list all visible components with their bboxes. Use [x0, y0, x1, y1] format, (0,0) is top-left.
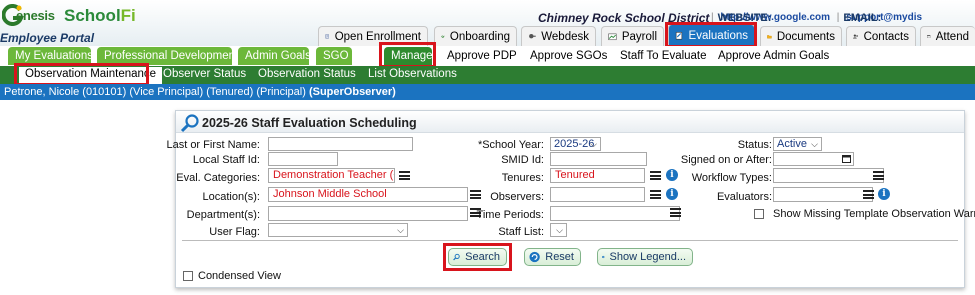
workflow-types-menu-icon[interactable] — [873, 171, 884, 180]
label-staff-list: Staff List: — [498, 226, 544, 238]
schoolfi-wordmark: SchoolFi — [64, 6, 136, 25]
staff-role: (Vice Principal) — [129, 86, 204, 98]
tenures-menu-icon[interactable] — [650, 171, 661, 180]
label-locations: Location(s): — [202, 191, 260, 203]
payroll-chart-icon — [608, 33, 617, 41]
condensed-view-checkbox[interactable] — [183, 271, 193, 281]
label-time-periods: Time Periods: — [476, 209, 544, 221]
staff-position: (Principal) — [256, 86, 306, 98]
link-approve-pdp[interactable]: Approve PDP — [447, 50, 517, 62]
tenures-field[interactable]: Tenured — [550, 168, 645, 183]
link-approve-admin-goals[interactable]: Approve Admin Goals — [718, 50, 829, 62]
departments-field[interactable] — [268, 206, 468, 221]
link-staff-to-evaluate[interactable]: Staff To Evaluate — [620, 50, 707, 62]
observers-info-icon[interactable]: i — [666, 188, 678, 200]
highlight-observation-maintenance — [14, 63, 149, 86]
tab-payroll[interactable]: Payroll — [601, 26, 664, 46]
scheduling-panel: 2025-26 Staff Evaluation Scheduling Last… — [166, 110, 975, 288]
time-periods-field[interactable] — [550, 206, 680, 221]
open-enrollment-icon — [325, 34, 329, 39]
label-school-year: *School Year: — [477, 139, 544, 151]
staff-tenure: (Tenured) — [206, 86, 254, 98]
staff-super: (SuperObserver) — [308, 86, 396, 98]
label-status: Status: — [737, 139, 772, 151]
webdesk-icon — [529, 34, 536, 39]
evaluators-field[interactable] — [773, 187, 873, 202]
workflow-types-field[interactable] — [773, 168, 884, 183]
chevron-down-icon: ⌵ — [590, 139, 597, 149]
observers-field[interactable] — [550, 187, 645, 202]
tenures-info-icon[interactable]: i — [666, 169, 678, 181]
label-departments: Department(s): — [186, 209, 260, 221]
smid-id-input[interactable] — [550, 152, 647, 166]
nav-observation-status[interactable]: Observation Status — [258, 68, 356, 80]
staff-list-select[interactable]: ⌵ — [550, 223, 567, 237]
nav-list-observations[interactable]: List Observations — [368, 68, 457, 80]
tab-admin-goals[interactable]: Admin Goals — [238, 47, 311, 65]
label-condensed-view: Condensed View — [198, 270, 281, 282]
label-first-last: Last or First Name: — [166, 139, 260, 151]
label-tenures: Tenures: — [501, 172, 544, 184]
tab-onboarding[interactable]: Onboarding — [434, 26, 517, 46]
chevron-down-icon: ⌵ — [811, 139, 818, 149]
handshake-icon — [441, 35, 445, 38]
label-smid-id: SMID Id: — [501, 154, 544, 166]
status-select[interactable]: Active ⌵ — [773, 137, 822, 151]
label-evaluators: Evaluators: — [716, 191, 772, 203]
highlight-manage — [379, 42, 436, 68]
label-observers: Observers: — [490, 191, 544, 203]
reset-button[interactable]: Reset — [524, 248, 581, 266]
tab-attendance[interactable]: Attend — [920, 26, 975, 46]
tab-sgo[interactable]: SGO — [316, 47, 352, 65]
label-signed-on-after: Signed on or After: — [680, 154, 772, 166]
info-icon — [602, 255, 605, 259]
staff-info-bar: Petrone, Nicole (010101) (Vice Principal… — [0, 84, 975, 100]
panel-header: 2025-26 Staff Evaluation Scheduling — [176, 111, 964, 133]
staff-id: (010101) — [82, 86, 127, 98]
contacts-icon — [853, 34, 859, 39]
refresh-icon — [529, 251, 540, 263]
evaluators-info-icon[interactable]: i — [878, 188, 890, 200]
genesis-wordmark: enesis — [16, 8, 55, 23]
user-flag-select[interactable]: ⌵ — [268, 223, 408, 237]
panel-title: 2025-26 Staff Evaluation Scheduling — [202, 116, 417, 130]
highlight-search — [443, 243, 512, 271]
staff-name: Petrone, Nicole — [4, 86, 80, 98]
time-periods-menu-icon[interactable] — [670, 208, 681, 217]
school-year-select[interactable]: 2025-26 ⌵ — [550, 137, 601, 151]
tab-documents[interactable]: Documents — [760, 26, 842, 46]
local-staff-id-input[interactable] — [268, 152, 338, 166]
eval-categories-menu-icon[interactable] — [399, 171, 410, 180]
tab-webdesk[interactable]: Webdesk — [521, 26, 596, 46]
portal-title: Employee Portal — [0, 31, 95, 45]
evaluators-menu-icon[interactable] — [863, 190, 874, 199]
eval-categories-field[interactable]: Demonstration Teacher (+13) — [268, 168, 395, 183]
label-workflow-types: Workflow Types: — [691, 172, 772, 184]
locations-menu-icon[interactable] — [470, 190, 481, 199]
locations-field[interactable]: Johnson Middle School — [268, 187, 468, 202]
show-legend-button[interactable]: Show Legend... — [597, 248, 693, 266]
tab-contacts[interactable]: Contacts — [846, 26, 916, 46]
nav-observer-status[interactable]: Observer Status — [163, 68, 246, 80]
chevron-down-icon: ⌵ — [556, 225, 563, 235]
chevron-down-icon: ⌵ — [397, 225, 404, 235]
folder-icon — [767, 35, 772, 39]
show-missing-warning-checkbox[interactable] — [754, 209, 764, 219]
calendar-icon[interactable] — [842, 154, 851, 163]
panel-divider — [182, 240, 958, 241]
label-local-staff-id: Local Staff Id: — [192, 154, 260, 166]
label-user-flag: User Flag: — [209, 226, 260, 238]
link-approve-sgos[interactable]: Approve SGOs — [530, 50, 607, 62]
label-eval-categories: Eval. Categories: — [176, 172, 260, 184]
highlight-evaluations — [665, 22, 757, 48]
label-show-missing-warning: Show Missing Template Observation Warnin… — [773, 208, 975, 220]
calendar-icon — [927, 35, 931, 38]
magnifier-icon — [180, 114, 199, 133]
first-last-name-input[interactable] — [268, 137, 413, 151]
observers-menu-icon[interactable] — [650, 190, 661, 199]
